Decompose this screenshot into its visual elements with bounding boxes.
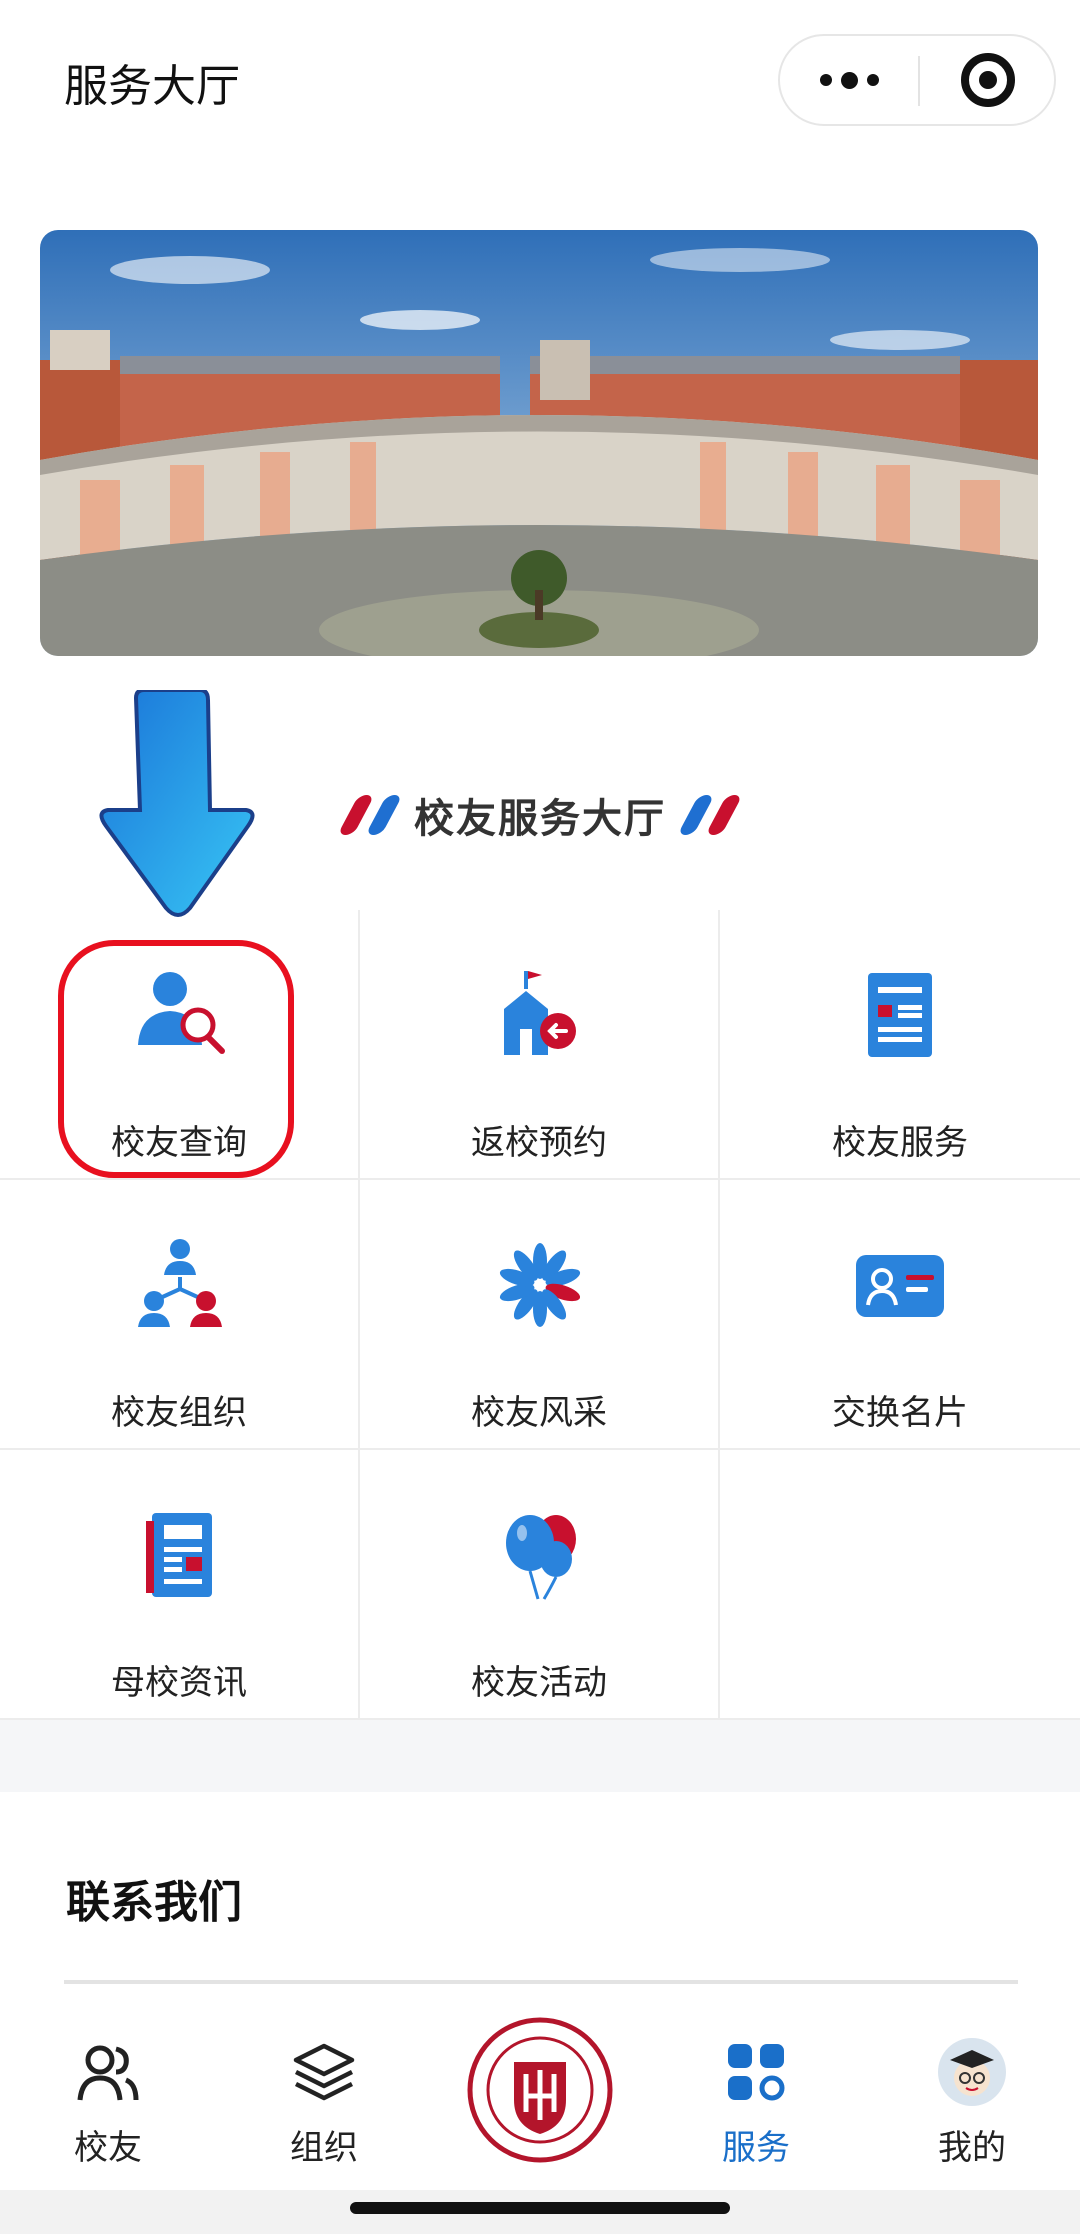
service-label: 交换名片	[832, 1393, 968, 1433]
service-alumni-style[interactable]: 校友风采	[360, 1180, 720, 1450]
contact-divider	[64, 1980, 1018, 1984]
tab-label: 校友	[74, 2128, 142, 2168]
tab-organization[interactable]: 组织	[224, 2004, 424, 2190]
tab-label: 服务	[722, 2128, 790, 2168]
tab-me[interactable]: 我的	[872, 2004, 1072, 2190]
service-alumni-service[interactable]: 校友服务	[720, 910, 1080, 1180]
decorative-slashes-right	[677, 795, 743, 835]
more-dot-icon	[819, 74, 832, 86]
close-button[interactable]	[920, 36, 1056, 124]
news-icon	[130, 1505, 230, 1605]
business-card-icon	[850, 1235, 950, 1335]
tab-alumni[interactable]: 校友	[8, 2004, 208, 2190]
grid-apps-icon	[724, 2040, 788, 2104]
alumni-people-icon	[76, 2040, 140, 2104]
tab-service[interactable]: 服务	[656, 2004, 856, 2190]
service-exchange-card[interactable]: 交换名片	[720, 1180, 1080, 1450]
avatar-icon	[938, 2038, 1006, 2106]
service-alumni-activities[interactable]: 校友活动	[360, 1450, 720, 1720]
section-title: 校友服务大厅	[414, 796, 666, 842]
service-label: 返校预约	[471, 1123, 607, 1163]
organization-icon	[130, 1235, 230, 1335]
more-dot-icon	[840, 71, 858, 89]
service-return-campus[interactable]: 返校预约	[360, 910, 720, 1180]
service-label: 校友活动	[471, 1663, 607, 1703]
service-alumni-organization[interactable]: 校友组织	[0, 1180, 360, 1450]
balloons-icon	[490, 1505, 590, 1605]
close-target-icon	[961, 53, 1015, 107]
more-dot-icon	[866, 74, 879, 86]
contact-heading: 联系我们	[66, 1877, 242, 1928]
service-label: 母校资讯	[111, 1663, 247, 1703]
bottom-tab-bar: 校友 组织 服务 我的	[0, 2004, 1080, 2190]
home-indicator[interactable]	[350, 2202, 730, 2214]
tab-label: 组织	[290, 2128, 358, 2168]
service-school-news[interactable]: 母校资讯	[0, 1450, 360, 1720]
tab-label: 我的	[938, 2128, 1006, 2168]
campus-banner-image[interactable]	[40, 230, 1038, 656]
highlight-ring	[58, 940, 294, 1178]
navigation-bar: 服务大厅	[0, 0, 1080, 160]
service-document-icon	[850, 965, 950, 1065]
page-title: 服务大厅	[64, 61, 240, 112]
decorative-slashes-left	[337, 795, 403, 835]
service-label: 校友组织	[111, 1393, 247, 1433]
layers-icon	[292, 2040, 356, 2104]
empty-cell	[720, 1450, 1080, 1720]
university-logo-icon[interactable]	[466, 2016, 614, 2164]
pinwheel-icon	[490, 1235, 590, 1335]
more-menu-button[interactable]	[780, 36, 918, 124]
mini-program-capsule	[778, 34, 1056, 126]
section-heading: 校友服务大厅	[0, 780, 1080, 850]
section-separator	[0, 1720, 1080, 1792]
return-campus-icon	[490, 965, 590, 1065]
service-label: 校友服务	[832, 1123, 968, 1163]
service-label: 校友风采	[471, 1393, 607, 1433]
